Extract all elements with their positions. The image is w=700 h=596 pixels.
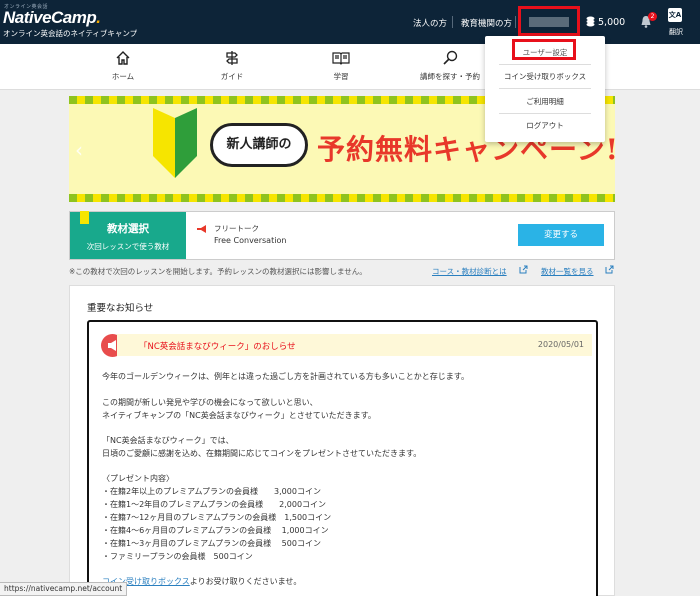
bookmark-icon xyxy=(80,211,89,224)
logo-text: NativeCamp xyxy=(3,8,97,27)
nav-study[interactable]: 学習 xyxy=(301,50,381,82)
notice-line: ・在籍1〜3ヶ月目のプレミアムプランの会員様 500コイン xyxy=(102,539,321,548)
notice-line: この期間が新しい発見や学びの機会になって欲しいと思い、 xyxy=(102,398,318,407)
notice-line: ・ファミリープランの会員様 500コイン xyxy=(102,552,253,561)
external-link-icon[interactable] xyxy=(519,265,528,274)
logout-item[interactable]: ログアウト xyxy=(499,120,591,131)
notice-line: 今年のゴールデンウィークは、例年とは違った過ごし方を計画されている方も多いことか… xyxy=(102,372,469,381)
banner-stripe-bottom xyxy=(69,194,615,202)
notice-line: 日頃のご愛顧に感謝を込め、在籍期間に応じてコインをプレゼントさせていただきます。 xyxy=(102,449,422,458)
diagnosis-link[interactable]: コース・教材診断とは xyxy=(432,266,507,277)
notification-badge: 2 xyxy=(648,12,657,21)
nav-guide[interactable]: ガイド xyxy=(192,50,272,82)
change-material-button[interactable]: 変更する xyxy=(518,224,604,246)
notice-line: 〈プレゼント内容〉 xyxy=(102,474,174,483)
coin-box-item[interactable]: コイン受け取りボックス xyxy=(499,71,591,82)
notice-footer-text: よりお受け取りくださいませ。 xyxy=(189,577,302,586)
notice-footer: コイン受け取りボックスよりお受け取りくださいませ。 xyxy=(102,576,301,587)
header-divider xyxy=(515,16,516,28)
megaphone-icon xyxy=(197,225,206,233)
nav-home[interactable]: ホーム xyxy=(83,50,163,82)
education-link[interactable]: 教育機関の方 xyxy=(461,17,512,29)
translate-label[interactable]: 翻訳 xyxy=(669,27,683,37)
external-link-icon[interactable] xyxy=(605,265,614,274)
material-subtitle: 次回レッスンで使う教材 xyxy=(86,242,170,251)
user-menu-button[interactable] xyxy=(518,6,580,36)
nav-label: 講師を探す・予約 xyxy=(420,72,480,81)
important-notice-panel: 重要なお知らせ 「NC英会話まなびウィーク」のおしらせ 2020/05/01 今… xyxy=(69,285,615,596)
nativecamp-logo[interactable]: NativeCamp. xyxy=(3,8,101,28)
nav-label: ガイド xyxy=(220,72,244,81)
notice-title-bar: 「NC英会話まなびウィーク」のおしらせ 2020/05/01 xyxy=(117,334,592,356)
coin-balance[interactable]: 5,000 xyxy=(598,17,625,28)
material-selection: 教材選択 次回レッスンで使う教材 フリートーク Free Conversatio… xyxy=(69,211,615,260)
coin-icon xyxy=(586,16,595,27)
user-settings-highlight xyxy=(512,39,576,60)
logo-dot: . xyxy=(96,8,101,27)
nav-label: ホーム xyxy=(111,72,135,81)
notice-line: ・在籍2年以上のプレミアムプランの会員様 3,000コイン xyxy=(102,487,321,496)
material-note: ※この教材で次回のレッスンを開始します。予約レッスンの教材選択には影響しません。 xyxy=(69,267,367,276)
search-icon xyxy=(443,50,458,65)
notice-line: 「NC英会話まなびウィーク」では、 xyxy=(102,436,234,445)
material-name-en: Free Conversation xyxy=(214,236,287,245)
material-name-ja: フリートーク xyxy=(214,224,259,233)
user-name-blurred xyxy=(529,17,569,27)
status-bar-url: https://nativecamp.net/account xyxy=(0,582,128,596)
notice-line: ・在籍1〜2年目のプレミアムプランの会員様 2,000コイン xyxy=(102,500,327,509)
notice-line: ・在籍4〜6ヶ月目のプレミアムプランの会員様 1,000コイン xyxy=(102,526,329,535)
banner-bubble: 新人講師の xyxy=(210,123,308,167)
corporate-link[interactable]: 法人の方 xyxy=(413,17,447,29)
material-list-link[interactable]: 教材一覧を見る xyxy=(541,266,594,277)
menu-divider xyxy=(499,113,591,114)
menu-divider xyxy=(499,88,591,89)
menu-divider xyxy=(499,64,591,65)
material-label-box: 教材選択 次回レッスンで使う教材 xyxy=(70,211,186,259)
notice-date: 2020/05/01 xyxy=(537,340,584,349)
header-divider xyxy=(452,16,453,28)
nav-label: 学習 xyxy=(333,72,349,81)
home-icon xyxy=(116,51,130,65)
logo-tagline: オンライン英会話のネイティブキャンプ xyxy=(3,29,138,38)
notice-title: 「NC英会話まなびウィーク」のおしらせ xyxy=(139,342,296,352)
billing-item[interactable]: ご利用明細 xyxy=(499,96,591,107)
notice-line: ・在籍7〜12ヶ月目のプレミアムプランの会員様 1,500コイン xyxy=(102,513,332,522)
translate-icon[interactable]: 文A xyxy=(668,8,682,22)
beginner-mark-icon xyxy=(153,108,197,178)
banner-prev-arrow[interactable]: ‹ xyxy=(75,138,83,162)
book-icon xyxy=(332,52,350,65)
notice-card: 「NC英会話まなびウィーク」のおしらせ 2020/05/01 今年のゴールデンウ… xyxy=(87,320,598,596)
signpost-icon xyxy=(226,51,238,65)
notice-line: ネイティブキャンプの「NC英会話まなびウィーク」とさせていただきます。 xyxy=(102,411,376,420)
notice-heading: 重要なお知らせ xyxy=(87,303,154,314)
nav-find-tutor[interactable]: 講師を探す・予約 xyxy=(410,50,490,82)
